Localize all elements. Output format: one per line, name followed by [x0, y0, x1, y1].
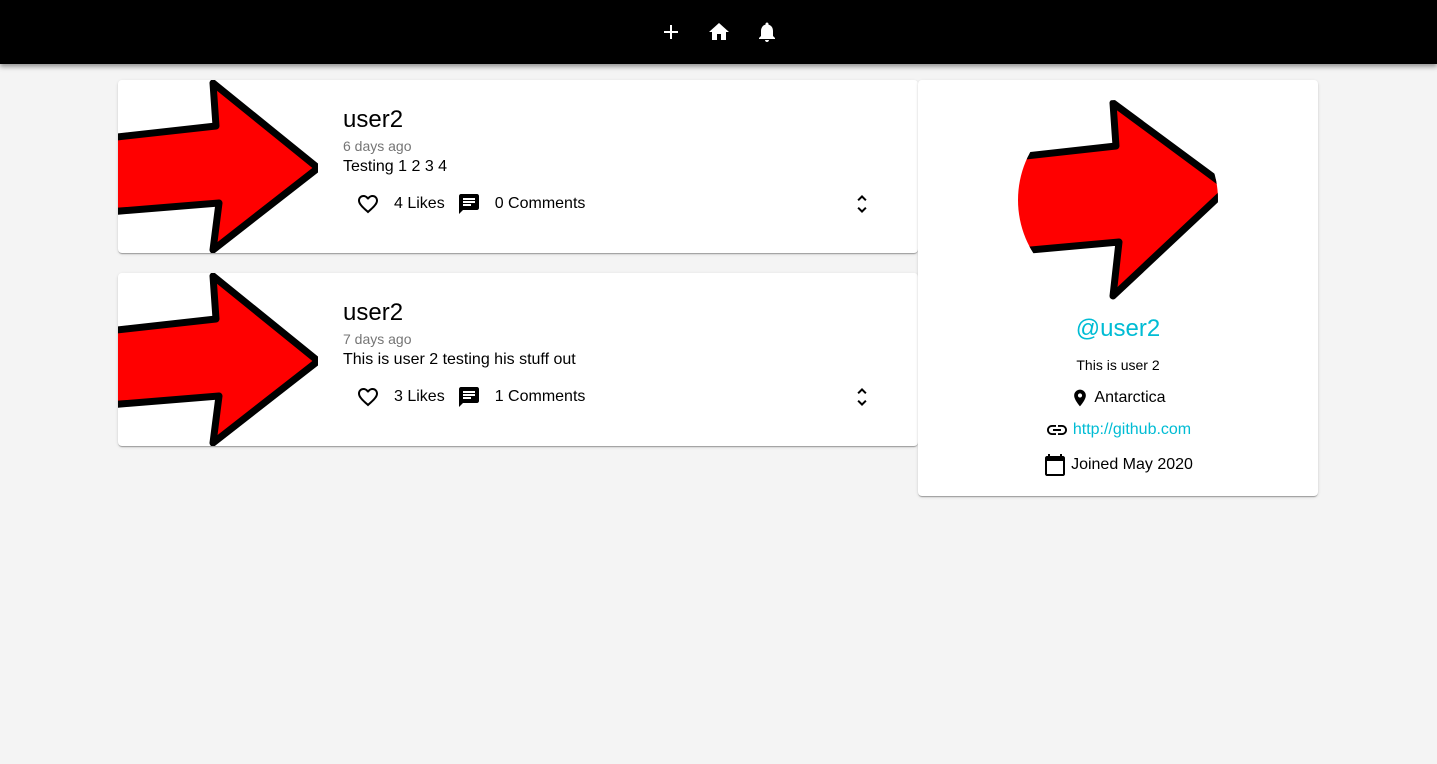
likes-count: 4 Likes: [394, 195, 445, 212]
comments-button[interactable]: [453, 381, 485, 413]
post-body: This is user 2 testing his stuff out: [343, 351, 576, 368]
notifications-button[interactable]: [743, 8, 791, 56]
expand-post-button[interactable]: [846, 188, 878, 220]
post-timestamp: 7 days ago: [343, 331, 412, 347]
link-icon: [1046, 425, 1067, 435]
website-link[interactable]: http://github.com: [1073, 421, 1191, 439]
add-post-button[interactable]: [647, 8, 695, 56]
arrow-avatar-image: [1018, 100, 1218, 300]
post-user-image: [118, 273, 318, 446]
post-card: user2 6 days ago Testing 1 2 3 4 4 Likes…: [118, 80, 918, 253]
expand-post-button[interactable]: [846, 381, 878, 413]
post-username-link[interactable]: user2: [343, 297, 918, 329]
profile-handle-link[interactable]: @user2: [918, 314, 1318, 344]
post-user-image: [118, 80, 318, 253]
calendar-icon: [1045, 454, 1066, 476]
add-icon: [663, 25, 678, 39]
post-actions: 3 Likes 1 Comments: [343, 381, 585, 413]
comments-count: 1 Comments: [494, 388, 586, 405]
heart-outline-icon: [358, 388, 378, 407]
post-username-link[interactable]: user2: [343, 104, 918, 136]
like-button[interactable]: [352, 188, 384, 220]
heart-outline-icon: [358, 195, 378, 214]
location-text: Antarctica: [1094, 389, 1166, 406]
navbar: [0, 0, 1437, 64]
chat-icon: [458, 194, 479, 214]
like-button[interactable]: [352, 381, 384, 413]
profile-image: [1018, 100, 1218, 300]
location-pin-icon: [1074, 389, 1087, 407]
chat-icon: [458, 387, 479, 407]
post-timestamp: 6 days ago: [343, 138, 412, 154]
notifications-icon: [758, 22, 775, 42]
profile-joined: Joined May 2020: [918, 452, 1318, 478]
profile-location: Antarctica: [918, 386, 1318, 410]
post-card: user2 7 days ago This is user 2 testing …: [118, 273, 918, 446]
joined-text: Joined May 2020: [1071, 456, 1193, 473]
profile-card: @user2 This is user 2 Antarctica http://…: [918, 80, 1318, 496]
home-button[interactable]: [695, 8, 743, 56]
post-body: Testing 1 2 3 4: [343, 158, 448, 175]
comments-count: 0 Comments: [494, 195, 586, 212]
home-icon: [708, 23, 729, 40]
profile-website: http://github.com: [918, 418, 1318, 442]
comments-button[interactable]: [453, 188, 485, 220]
likes-count: 3 Likes: [394, 388, 445, 405]
unfold-more-icon: [857, 195, 867, 213]
post-actions: 4 Likes 0 Comments: [343, 188, 585, 220]
profile-bio: This is user 2: [1076, 357, 1160, 373]
unfold-more-icon: [857, 388, 867, 406]
